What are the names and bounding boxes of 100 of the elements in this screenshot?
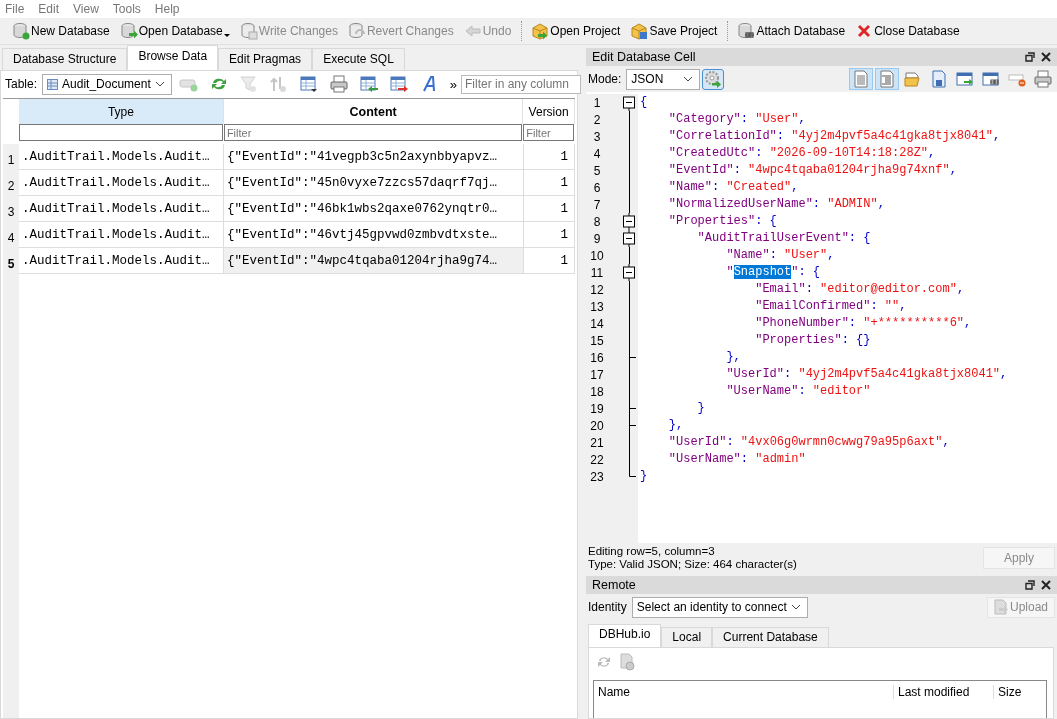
chevron-down-icon (683, 76, 694, 82)
tab[interactable]: Browse Data (127, 45, 219, 70)
line-number: 13 (589, 299, 605, 314)
table-icon (298, 75, 319, 93)
line-number: 3 (592, 129, 602, 144)
table-icon (47, 78, 59, 90)
table-cell: {"EventId":"45n0vyxe7zzcs57daqrf7qj… (224, 170, 524, 196)
table-cell: 1 (524, 222, 575, 248)
row-number[interactable]: 5 (3, 248, 19, 274)
column-header[interactable]: Name (594, 685, 894, 699)
menu-item[interactable]: Help (154, 2, 180, 16)
row-number[interactable]: 3 (3, 196, 19, 222)
table-cell: .AuditTrail.Models.Audit… (19, 170, 224, 196)
identity-select[interactable]: Select an identity to connect (631, 596, 808, 618)
row-number[interactable]: 4 (3, 222, 19, 248)
close-icon[interactable] (1041, 52, 1051, 62)
filter-field[interactable]: Filter (523, 124, 574, 141)
code-line: "CreatedUtc": "2026-09-10T14:18:28Z", (667, 145, 937, 162)
row-number[interactable]: 2 (3, 170, 19, 196)
box-icon (531, 22, 550, 40)
row-number[interactable]: 1 (3, 144, 19, 170)
toolbar-button[interactable] (875, 68, 899, 90)
line-number: 4 (592, 146, 602, 161)
funnel-icon (238, 75, 259, 93)
tab[interactable]: DBHub.io (588, 624, 662, 647)
column-header[interactable]: Last modified (894, 685, 994, 699)
table-cell: .AuditTrail.Models.Audit… (19, 222, 224, 248)
restore-icon[interactable] (1025, 52, 1035, 62)
print-icon (1034, 70, 1052, 88)
code-line: "UserId": "4yj2m4pvf5a4c41gka8tjx8041", (725, 366, 1008, 383)
sort-icon (268, 75, 289, 93)
save-icon (930, 70, 948, 88)
fold-marker-icon[interactable] (622, 213, 636, 230)
code-line: "UserId": "4vx06g0wrmn0cwwg79a95p6axt", (667, 434, 951, 451)
tab[interactable]: Database Structure (2, 48, 128, 70)
code-line: "NormalizedUserName": "ADMIN", (667, 196, 886, 213)
link-icon (982, 70, 1000, 88)
close-icon[interactable] (1041, 580, 1051, 590)
line-number: 14 (589, 316, 605, 331)
database-icon (347, 22, 366, 40)
filter-field[interactable]: Filter in any column (461, 74, 581, 94)
toolbar-button[interactable]: New Database (8, 19, 116, 43)
caret-icon (223, 33, 230, 37)
toolbar-button[interactable]: Open Project (527, 19, 627, 43)
code-line: } (696, 400, 706, 417)
filter-field[interactable] (19, 124, 223, 141)
panel-title: Edit Database Cell (592, 50, 696, 64)
fold-marker-icon[interactable] (622, 264, 636, 281)
code-line: "EmailConfirmed": "", (754, 298, 908, 315)
code-line: "UserName": "editor" (725, 383, 872, 400)
fold-marker-icon[interactable] (622, 94, 636, 111)
line-number: 23 (589, 469, 605, 484)
code-line: "CorrelationId": "4yj2m4pvf5a4c41gka8tjx8041", (667, 128, 1002, 145)
table-cell: 1 (524, 196, 575, 222)
mode-select[interactable]: JSON (626, 68, 701, 90)
menu-item[interactable]: View (73, 2, 99, 16)
tab[interactable]: Edit Pragmas (218, 48, 313, 70)
chevron-down-icon (154, 81, 165, 87)
line-number: 22 (589, 452, 605, 467)
code-line: "Properties": { (667, 213, 778, 230)
tab[interactable]: Execute SQL (312, 48, 405, 70)
code-editor[interactable] (586, 92, 1057, 543)
toolbar-button[interactable] (849, 68, 873, 90)
menu-item[interactable]: Edit (38, 2, 60, 16)
table-icon (388, 75, 409, 93)
fold-marker-icon[interactable] (622, 230, 636, 247)
menu-item[interactable]: File (5, 2, 25, 16)
code-line: "EventId": "4wpc4tqaba01204rjha9g74xnf", (667, 162, 958, 179)
code-line: }, (725, 349, 742, 366)
code-line: "Properties": {} (754, 332, 872, 349)
gear-icon (704, 70, 723, 88)
document-icon (878, 70, 896, 88)
restore-icon[interactable] (1025, 580, 1035, 590)
chevron-down-icon (790, 604, 801, 610)
toolbar-button[interactable]: Close Database (851, 19, 966, 43)
line-number: 10 (589, 248, 605, 263)
toolbar-button[interactable]: Open Database (115, 19, 236, 43)
status-text: Type: Valid JSON; Size: 464 character(s) (588, 558, 798, 571)
toolbar-button[interactable] (1031, 68, 1055, 90)
folder-icon (904, 70, 922, 88)
toolbar-button[interactable]: Attach Database (733, 19, 852, 43)
column-header[interactable]: Size (994, 685, 1046, 699)
menu-item[interactable]: Tools (112, 2, 141, 16)
document-icon[interactable] (619, 653, 635, 671)
line-number: 7 (592, 197, 602, 212)
code-line: "Snapshot": { (725, 264, 822, 281)
mode-label: Mode: (588, 72, 622, 86)
line-number: 11 (589, 265, 605, 280)
column-header[interactable]: Type (19, 99, 224, 124)
line-number: 5 (592, 163, 602, 178)
auto-format-button[interactable] (702, 68, 725, 90)
table-select[interactable]: Audit_Document (42, 73, 172, 95)
table-icon (358, 75, 379, 93)
filter-field[interactable]: Filter (223, 124, 523, 141)
code-line: }, (667, 417, 685, 434)
table-cell: {"EventId":"46bk1wbs2qaxe0762ynqtr0… (224, 196, 524, 222)
more-button[interactable]: » (449, 76, 457, 92)
code-line: "PhoneNumber": "+**********6", (754, 315, 973, 332)
toolbar-button[interactable]: Save Project (626, 19, 724, 43)
line-number: 6 (592, 180, 602, 195)
